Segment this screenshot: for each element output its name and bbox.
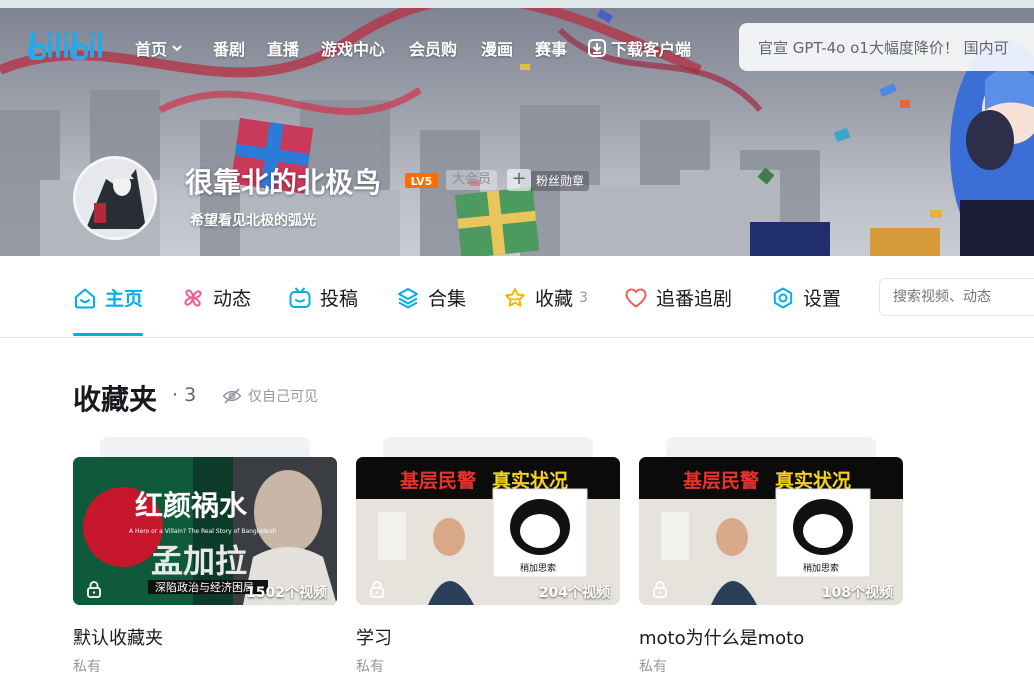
layers-icon (398, 287, 418, 308)
nav-live[interactable]: 直播 (267, 36, 299, 60)
level-label: LV5 (411, 175, 433, 188)
tab-favorites[interactable]: 收藏 3 (503, 284, 588, 311)
username: 很靠北的北极鸟 (185, 166, 382, 199)
tab-dynamic-label: 动态 (213, 288, 252, 310)
bilibili-logo-icon[interactable] (28, 28, 106, 64)
cover-caption: 稍加思索 (520, 562, 556, 574)
vip-badge[interactable]: 大会员 (446, 170, 498, 190)
folder-title[interactable]: moto为什么是moto (639, 624, 804, 650)
folder-status: 私有 (356, 659, 384, 675)
tab-bangumi[interactable]: 追番追剧 (624, 284, 732, 311)
nav-mall[interactable]: 会员购 (409, 36, 457, 60)
cover-title-1: 红颜祸水 (135, 489, 248, 522)
chevron-down-icon (172, 45, 182, 52)
eye-off-icon (222, 388, 242, 404)
cover-bottom: 深陷政治与经济困局 (155, 580, 254, 594)
tab-upload-label: 投稿 (320, 288, 359, 310)
nav-manga[interactable]: 漫画 (481, 36, 513, 60)
cover-left-text: 基层民警 (399, 469, 476, 492)
signature[interactable]: 希望看见北极的弧光 (190, 210, 316, 230)
video-count: 204个视频 (538, 585, 610, 601)
tab-favorites-label: 收藏 (535, 288, 574, 310)
cover-caption: 稍加思索 (803, 562, 839, 574)
tab-dynamic[interactable]: 动态 (181, 284, 251, 311)
nav-home[interactable]: 首页 (135, 36, 183, 60)
tv-icon (289, 287, 311, 308)
favorites-title: 收藏夹 (73, 383, 158, 416)
favorites-count: · 3 (172, 384, 196, 406)
fan-badge-plus-icon[interactable]: + (507, 169, 531, 191)
video-count: 1502个视频 (246, 585, 327, 601)
nav-download-client[interactable]: 下载客户端 (587, 36, 691, 60)
nav-game-center[interactable]: 游戏中心 (321, 36, 385, 60)
nav-bangumi[interactable]: 番剧 (213, 36, 245, 60)
cover-title-2: 孟加拉 (151, 542, 247, 580)
avatar-image (76, 159, 154, 237)
lock-icon (370, 581, 384, 598)
active-tab-indicator (73, 333, 143, 336)
tab-home[interactable]: 主页 (73, 284, 143, 311)
cover-left-text: 基层民警 (682, 469, 759, 492)
folder-title[interactable]: 学习 (356, 624, 392, 650)
visibility-toggle[interactable]: 仅自己可见 (222, 386, 318, 406)
favorites-count-value: 3 (184, 384, 197, 406)
space-search-input[interactable] (879, 278, 1034, 316)
favorites-count-dot: · (172, 384, 179, 406)
folder-title[interactable]: 默认收藏夹 (73, 624, 163, 650)
video-count: 108个视频 (821, 585, 893, 601)
tab-bangumi-label: 追番追剧 (656, 288, 733, 310)
tab-settings[interactable]: 设置 (771, 284, 841, 311)
tab-collection-label: 合集 (428, 288, 467, 310)
folder-status: 私有 (73, 659, 101, 675)
avatar[interactable] (73, 156, 157, 240)
tab-home-label: 主页 (105, 288, 144, 310)
top-search-box[interactable]: 官宣 GPT-4o o1大幅度降价！ 国内可 (739, 23, 1034, 71)
cover-subtitle: A Hero or a Villain? The Real Story of B… (129, 528, 277, 535)
star-icon (505, 287, 525, 307)
pinwheel-icon (184, 288, 202, 307)
fan-badge[interactable]: 粉丝勋章 (531, 171, 590, 191)
home-icon (75, 288, 95, 308)
lock-icon (653, 581, 667, 598)
top-strip (0, 0, 1034, 8)
folder-status: 私有 (639, 659, 667, 675)
download-label: 下载客户端 (611, 40, 692, 59)
tab-upload[interactable]: 投稿 (288, 284, 358, 311)
gear-icon (773, 287, 793, 308)
lock-icon (87, 581, 101, 598)
nav-match[interactable]: 赛事 (535, 36, 567, 60)
heart-icon (625, 288, 647, 307)
level-badge-icon: LV5 (405, 173, 438, 188)
space-tab-bar: 主页 动态 投稿 合集 收藏 3 追番追剧 设置 搜索视频、动态 (0, 256, 1034, 338)
visibility-label: 仅自己可见 (248, 389, 318, 405)
download-icon (588, 39, 606, 57)
tab-favorites-count: 3 (579, 289, 588, 306)
space-banner: 首页 番剧 直播 游戏中心 会员购 漫画 赛事 下载客户端 官宣 GPT-4o … (0, 0, 1034, 256)
tab-collection[interactable]: 合集 (396, 284, 466, 311)
top-search-placeholder: 官宣 GPT-4o o1大幅度降价！ 国内可 (758, 39, 1009, 57)
nav-home-label: 首页 (135, 40, 168, 59)
tab-settings-label: 设置 (803, 288, 842, 310)
